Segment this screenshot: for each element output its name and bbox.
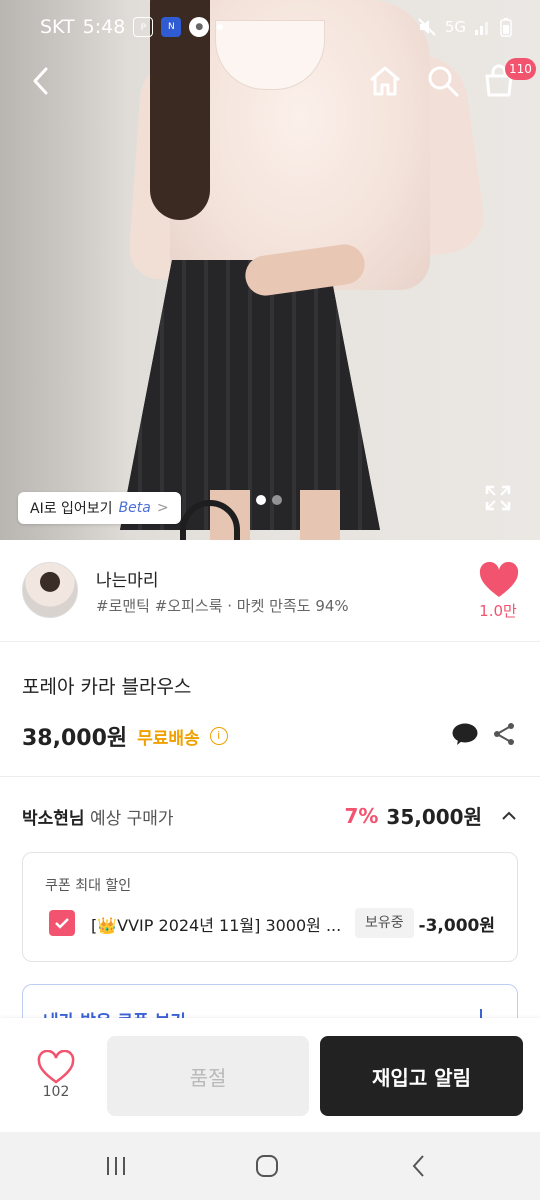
restock-alert-button[interactable]: 재입고 알림 — [320, 1036, 523, 1116]
coupon-header: 쿠폰 최대 할인 — [45, 878, 132, 894]
back-button-icon[interactable] — [405, 1152, 433, 1180]
expected-price-caption: 예상 구매가 — [89, 809, 174, 829]
more-notifications-icon — [217, 24, 224, 30]
image-skirt — [120, 260, 380, 530]
product-price: 38,000원 — [22, 726, 128, 751]
chat-bubble-icon: ● — [189, 17, 210, 37]
chevron-up-icon[interactable] — [500, 807, 518, 825]
expected-price-label: 박소현님 예상 구매가 — [22, 804, 174, 829]
home-button-icon[interactable] — [253, 1152, 281, 1180]
recent-apps-icon[interactable] — [102, 1152, 130, 1180]
heart-filled-icon[interactable] — [478, 562, 520, 600]
image-leg — [300, 490, 340, 540]
info-icon[interactable]: i — [209, 727, 228, 745]
divider — [0, 776, 540, 777]
coupon-amount: -3,000원 — [418, 916, 495, 936]
chevron-right-icon: > — [156, 500, 169, 516]
battery-icon — [500, 18, 512, 37]
home-icon[interactable] — [366, 62, 404, 100]
store-avatar[interactable] — [22, 562, 78, 618]
expected-price: 35,000원 — [386, 805, 482, 829]
kakaotalk-icon[interactable] — [452, 723, 478, 745]
top-nav: 110 — [0, 56, 540, 106]
coupon-name: [👑VVIP 2024년 11월] 3000원 ... — [91, 916, 342, 935]
system-nav-bar — [0, 1132, 540, 1200]
signal-icon — [475, 22, 488, 35]
coupon-checkbox[interactable] — [49, 910, 75, 936]
coupon-box: 쿠폰 최대 할인 [👑VVIP 2024년 11월] 3000원 ... 보유중… — [22, 852, 518, 962]
checkmark-icon — [55, 918, 69, 929]
cart-count-badge: 110 — [505, 58, 536, 80]
network-label: 5G — [444, 18, 466, 36]
discount-rate: 7% — [344, 803, 379, 828]
sold-out-button[interactable]: 품절 — [107, 1036, 309, 1116]
back-icon[interactable] — [26, 64, 60, 98]
share-icon[interactable] — [492, 722, 516, 746]
heart-outline-icon[interactable] — [36, 1050, 76, 1086]
product-title: 포레아 카라 블라우스 — [22, 676, 192, 698]
coupon-status-badge: 보유중 — [355, 908, 414, 938]
ai-try-on-button[interactable]: AI로 입어보기 Beta > — [18, 492, 181, 524]
bottom-action-bar: 102 품절 재입고 알림 — [0, 1018, 540, 1132]
like-count: 102 — [42, 1084, 70, 1100]
user-name: 박소현님 — [22, 809, 85, 829]
price-row: 38,000원 무료배송 i — [22, 720, 228, 752]
clock: 5:48 — [82, 16, 126, 38]
ai-try-on-label: AI로 입어보기 — [30, 501, 113, 517]
carrier-label: SKT — [40, 16, 75, 38]
beta-label: Beta — [118, 500, 151, 516]
expected-price-toggle[interactable]: 7% 35,000원 — [344, 801, 518, 830]
fullscreen-icon[interactable] — [484, 484, 512, 512]
mute-icon — [418, 18, 436, 36]
pager-dot-active[interactable] — [256, 495, 266, 505]
image-pager — [256, 495, 282, 505]
status-bar: SKT 5:48 P N ● 5G — [0, 0, 540, 54]
store-tags: #로맨틱 #오피스룩 · 마켓 만족도 94% — [96, 597, 349, 615]
store-favorite-count: 1.0만 — [479, 602, 517, 620]
shipping-label: 무료배송 — [137, 728, 200, 749]
pay-icon: P — [133, 17, 154, 37]
search-icon[interactable] — [424, 62, 462, 100]
store-row[interactable]: 나는마리 #로맨틱 #오피스룩 · 마켓 만족도 94% 1.0만 — [0, 540, 540, 642]
app-notification-icon: N — [161, 17, 182, 37]
pager-dot[interactable] — [272, 495, 282, 505]
store-name[interactable]: 나는마리 — [96, 566, 159, 591]
